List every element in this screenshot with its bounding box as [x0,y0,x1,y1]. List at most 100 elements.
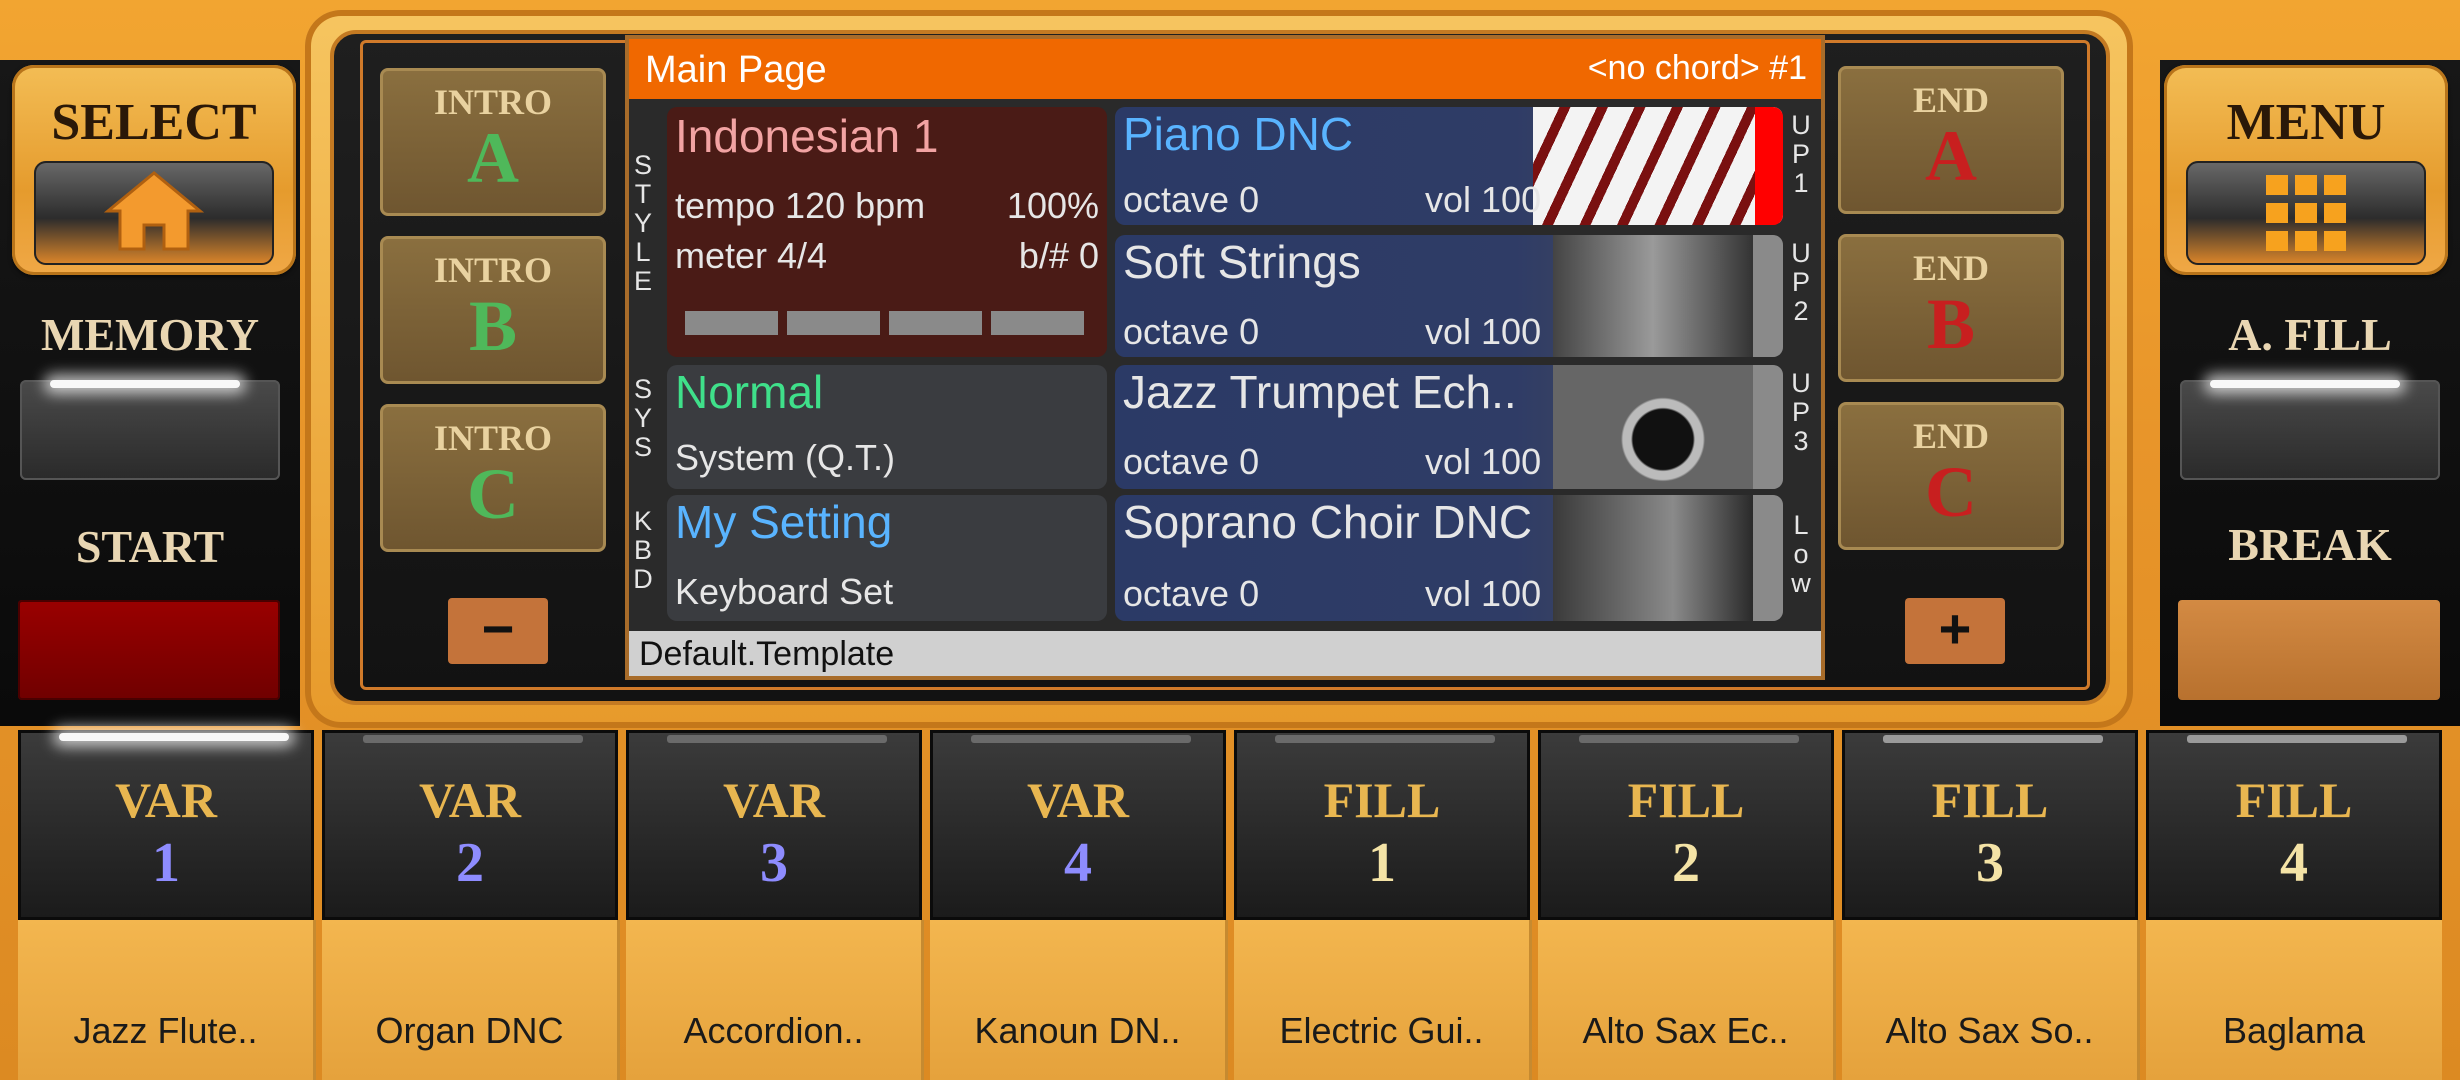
voice-tab-7[interactable]: Alto Sax So.. [1842,920,2140,1080]
fill-4-led [2187,735,2407,743]
beat-indicator-4 [991,311,1084,335]
up3-side-label: UP3 [1791,368,1811,456]
low-side-label: Low [1791,510,1811,598]
intro-c-button[interactable]: INTRO C [380,404,606,552]
keyboard-sub: Keyboard Set [675,571,894,612]
voice-tab-3[interactable]: Accordion.. [626,920,924,1080]
end-a-title: END [1912,80,1989,120]
var-4-title: VAR [1027,772,1129,828]
up3-marker [1753,365,1783,489]
intro-a-button[interactable]: INTRO A [380,68,606,216]
template-name: Default.Template [639,635,895,673]
break-button[interactable] [2178,600,2440,700]
keyboard-panel[interactable]: My Setting Keyboard Set [667,495,1107,621]
style-meter: meter 4/4 [675,235,828,276]
afill-button[interactable] [2180,380,2440,480]
end-a-button[interactable]: END A [1838,66,2064,214]
fill-2-title: FILL [1627,772,1745,828]
intro-b-button[interactable]: INTRO B [380,236,606,384]
grid-menu-icon [2266,175,2346,251]
end-c-letter: C [1925,452,1977,532]
var-3-button[interactable]: VAR 3 [626,730,922,920]
select-button[interactable]: SELECT [12,65,296,275]
main-screen: Main Page <no chord> #1 STYLE SYS KBD UP… [625,35,1825,680]
var-3-title: VAR [723,772,825,828]
fill-4-num: 4 [2280,832,2308,894]
style-panel[interactable]: Indonesian 1 tempo 120 bpm 100% meter 4/… [667,107,1107,357]
menu-pad [2186,161,2426,265]
voice-up2-name: Soft Strings [1123,236,1361,288]
end-b-button[interactable]: END B [1838,234,2064,382]
system-sub: System (Q.T.) [675,437,896,478]
voice-low[interactable]: Soprano Choir DNC octave 0 vol 100 [1115,495,1783,621]
voice-tab-4[interactable]: Kanoun DN.. [930,920,1228,1080]
fill-3-title: FILL [1931,772,2049,828]
system-panel[interactable]: Normal System (Q.T.) [667,365,1107,489]
end-b-title: END [1912,248,1989,288]
up2-marker [1753,235,1783,357]
var-1-button[interactable]: VAR 1 [18,730,314,920]
minus-button[interactable]: − [448,598,548,664]
start-button[interactable] [18,600,280,700]
low-marker [1753,495,1783,621]
intro-c-title: INTRO [433,418,553,458]
var-1-num: 1 [152,832,180,894]
voice-tab-8[interactable]: Baglama [2146,920,2442,1080]
voice-up2[interactable]: Soft Strings octave 0 vol 100 [1115,235,1783,357]
beat-indicator-2 [787,311,880,335]
fill-1-led [1275,735,1495,743]
up1-active-marker [1755,107,1783,225]
voice-up1-octave: octave 0 [1123,179,1260,220]
keyboard-name: My Setting [675,496,893,548]
fill-3-button[interactable]: FILL 3 [1842,730,2138,920]
fill-3-led [1883,735,2103,743]
fill-4-title: FILL [2235,772,2353,828]
voice-tab-1[interactable]: Jazz Flute.. [18,920,316,1080]
var-2-button[interactable]: VAR 2 [322,730,618,920]
fill-1-title: FILL [1323,772,1441,828]
voice-tab-6[interactable]: Alto Sax Ec.. [1538,920,1836,1080]
voice-tab-2[interactable]: Organ DNC [322,920,620,1080]
intro-a-letter: A [467,118,519,198]
fill-1-num: 1 [1368,832,1396,894]
home-pad [34,161,274,265]
var-3-led [667,735,887,743]
var-3-num: 3 [760,832,788,894]
voice-up3-name: Jazz Trumpet Ech.. [1123,366,1517,418]
voice-low-vol: vol 100 [1425,573,1542,614]
var-4-num: 4 [1064,832,1092,894]
voice-up1[interactable]: Piano DNC octave 0 vol 100 [1115,107,1783,225]
end-b-letter: B [1926,284,1976,364]
style-percent: 100% [1006,185,1099,226]
voice-tab-5[interactable]: Electric Gui.. [1234,920,1532,1080]
fill-3-num: 3 [1976,832,2004,894]
intro-a-title: INTRO [433,82,553,122]
plus-button[interactable]: + [1905,598,2005,664]
menu-button[interactable]: MENU [2164,65,2448,275]
page-title: Main Page [645,49,827,91]
afill-label: A. FILL [2228,309,2392,360]
strings-image [1553,235,1753,357]
voice-up3[interactable]: Jazz Trumpet Ech.. octave 0 vol 100 [1115,365,1783,489]
voice-low-name: Soprano Choir DNC [1123,496,1533,548]
var-2-title: VAR [419,772,521,828]
chord-indicator: <no chord> #1 [1587,49,1807,87]
var-1-title: VAR [115,772,217,828]
var-4-led [971,735,1191,743]
fill-4-button[interactable]: FILL 4 [2146,730,2442,920]
var-1-led [59,733,289,741]
memory-button[interactable] [20,380,280,480]
template-footer[interactable]: Default.Template [629,631,1821,676]
end-c-button[interactable]: END C [1838,402,2064,550]
beat-indicator-3 [889,311,982,335]
up2-side-label: UP2 [1791,238,1811,326]
var-4-button[interactable]: VAR 4 [930,730,1226,920]
memory-led [50,380,240,388]
afill-led [2210,380,2400,388]
start-label: START [75,521,225,572]
fill-1-button[interactable]: FILL 1 [1234,730,1530,920]
fill-2-led [1579,735,1799,743]
screen-header: Main Page <no chord> #1 [629,39,1821,99]
fill-2-button[interactable]: FILL 2 [1538,730,1834,920]
end-c-title: END [1912,416,1989,456]
